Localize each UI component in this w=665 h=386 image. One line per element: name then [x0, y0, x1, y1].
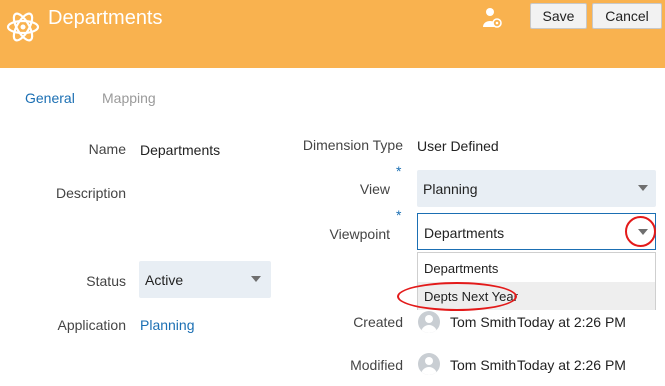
name-value: Departments [140, 142, 221, 158]
cancel-button[interactable]: Cancel [592, 3, 662, 29]
user-settings-icon[interactable] [482, 7, 502, 29]
tab-mapping[interactable]: Mapping [102, 90, 156, 106]
required-marker-viewpoint: * [396, 207, 402, 223]
status-select[interactable]: Active [139, 261, 271, 298]
created-time: Today at 2:26 PM [517, 314, 626, 330]
description-label: Description [55, 185, 126, 201]
application-link[interactable]: Planning [140, 317, 195, 333]
option-label: Departments [424, 261, 499, 276]
chevron-down-icon [251, 276, 261, 282]
application-label: Application [57, 317, 127, 333]
modified-time: Today at 2:26 PM [517, 357, 626, 373]
view-select[interactable]: Planning [417, 170, 656, 207]
status-label: Status [86, 273, 126, 289]
save-button[interactable]: Save [530, 3, 587, 29]
required-marker-view: * [396, 163, 402, 179]
viewpoint-option-departments[interactable]: Departments [418, 254, 655, 282]
avatar [418, 311, 440, 333]
dimension-type-label: Dimension Type [302, 137, 403, 153]
viewpoint-value: Departments [424, 225, 505, 241]
atom-logo-icon [6, 12, 40, 42]
annotation-ellipse [397, 282, 517, 311]
viewpoint-label: Viewpoint [329, 226, 390, 242]
annotation-circle [625, 216, 656, 247]
chevron-down-icon [638, 185, 648, 191]
modified-user: Tom Smith [450, 357, 517, 373]
header-bar: Departments Save Cancel [0, 0, 665, 68]
view-value: Planning [423, 181, 478, 197]
name-label: Name [88, 141, 126, 157]
created-user: Tom Smith [450, 314, 517, 330]
created-label: Created [353, 314, 403, 330]
view-label: View [359, 181, 390, 197]
tab-general[interactable]: General [25, 90, 75, 106]
modified-label: Modified [350, 357, 403, 373]
dimension-type-value: User Defined [417, 138, 499, 154]
status-value: Active [145, 272, 184, 288]
avatar [418, 353, 440, 375]
page-title: Departments [48, 7, 163, 29]
viewpoint-select[interactable]: Departments [417, 213, 656, 250]
